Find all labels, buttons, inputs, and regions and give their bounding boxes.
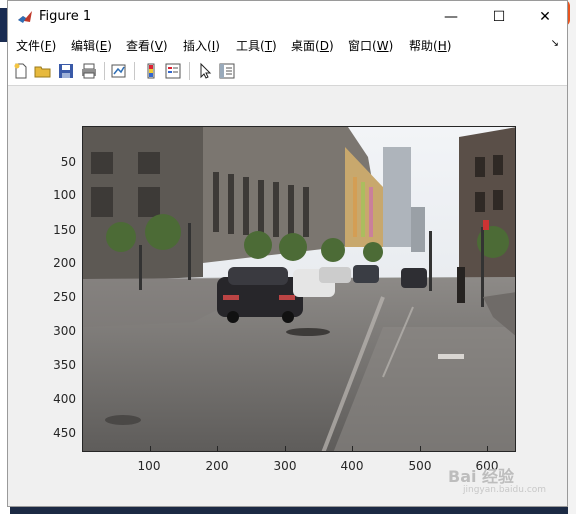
menu-edit[interactable]: 编辑(E) <box>71 37 112 54</box>
new-figure-icon[interactable] <box>12 62 30 80</box>
background-right-window <box>568 0 576 514</box>
toolbar-separator <box>134 62 135 80</box>
matlab-icon <box>17 9 33 25</box>
figure-window: Figure 1 — ☐ ✕ 文件(F) 编辑(E) 查看(V) 插入(I) 工… <box>7 0 568 507</box>
x-tick-mark <box>352 446 353 451</box>
y-tick-label: 50 <box>60 155 76 169</box>
x-tick-mark <box>217 446 218 451</box>
x-tick-label: 500 <box>408 459 432 473</box>
menu-window[interactable]: 窗口(W) <box>348 37 393 54</box>
y-tick-label: 200 <box>53 256 76 270</box>
minimize-button[interactable]: — <box>436 7 466 27</box>
menu-view[interactable]: 查看(V) <box>126 37 168 54</box>
watermark-sub: jingyan.baidu.com <box>463 485 547 495</box>
watermark: Bai 经验 <box>448 467 515 486</box>
toolbar <box>8 57 567 86</box>
dock-arrow-icon[interactable]: ↘ <box>551 38 559 49</box>
y-tick-label: 350 <box>53 358 76 372</box>
menu-file[interactable]: 文件(F) <box>16 37 56 54</box>
x-tick-label: 200 <box>205 459 229 473</box>
menu-help[interactable]: 帮助(H) <box>409 37 451 54</box>
y-tick-label: 250 <box>53 290 76 304</box>
close-button[interactable]: ✕ <box>530 7 560 27</box>
figure-canvas[interactable]: 50 100 150 200 250 300 350 400 450 100 2… <box>8 86 567 506</box>
open-icon[interactable] <box>34 62 52 80</box>
image-axes[interactable] <box>82 126 516 452</box>
x-tick-label: 400 <box>340 459 364 473</box>
menu-insert[interactable]: 插入(I) <box>183 37 220 54</box>
colorbar-icon[interactable] <box>142 62 160 80</box>
x-tick-mark <box>487 446 488 451</box>
y-tick-label: 450 <box>53 426 76 440</box>
link-plot-icon[interactable] <box>110 62 128 80</box>
y-tick-label: 300 <box>53 324 76 338</box>
y-tick-label: 100 <box>53 188 76 202</box>
toolbar-separator <box>189 62 190 80</box>
y-tick-label: 150 <box>53 223 76 237</box>
menu-desktop[interactable]: 桌面(D) <box>291 37 334 54</box>
x-tick-label: 100 <box>137 459 161 473</box>
title-bar[interactable]: Figure 1 — ☐ ✕ <box>8 1 567 33</box>
street-photo <box>83 127 515 451</box>
menu-bar: 文件(F) 编辑(E) 查看(V) 插入(I) 工具(T) 桌面(D) 窗口(W… <box>8 33 567 57</box>
print-icon[interactable] <box>80 62 98 80</box>
x-tick-mark <box>420 446 421 451</box>
property-inspector-icon[interactable] <box>218 62 236 80</box>
window-title: Figure 1 <box>39 9 92 24</box>
maximize-button[interactable]: ☐ <box>484 7 514 27</box>
x-tick-label: 300 <box>273 459 297 473</box>
x-tick-mark <box>150 446 151 451</box>
legend-icon[interactable] <box>164 62 182 80</box>
toolbar-separator <box>104 62 105 80</box>
save-icon[interactable] <box>57 62 75 80</box>
pointer-icon[interactable] <box>196 62 214 80</box>
y-tick-label: 400 <box>53 392 76 406</box>
x-tick-mark <box>285 446 286 451</box>
menu-tools[interactable]: 工具(T) <box>236 37 277 54</box>
